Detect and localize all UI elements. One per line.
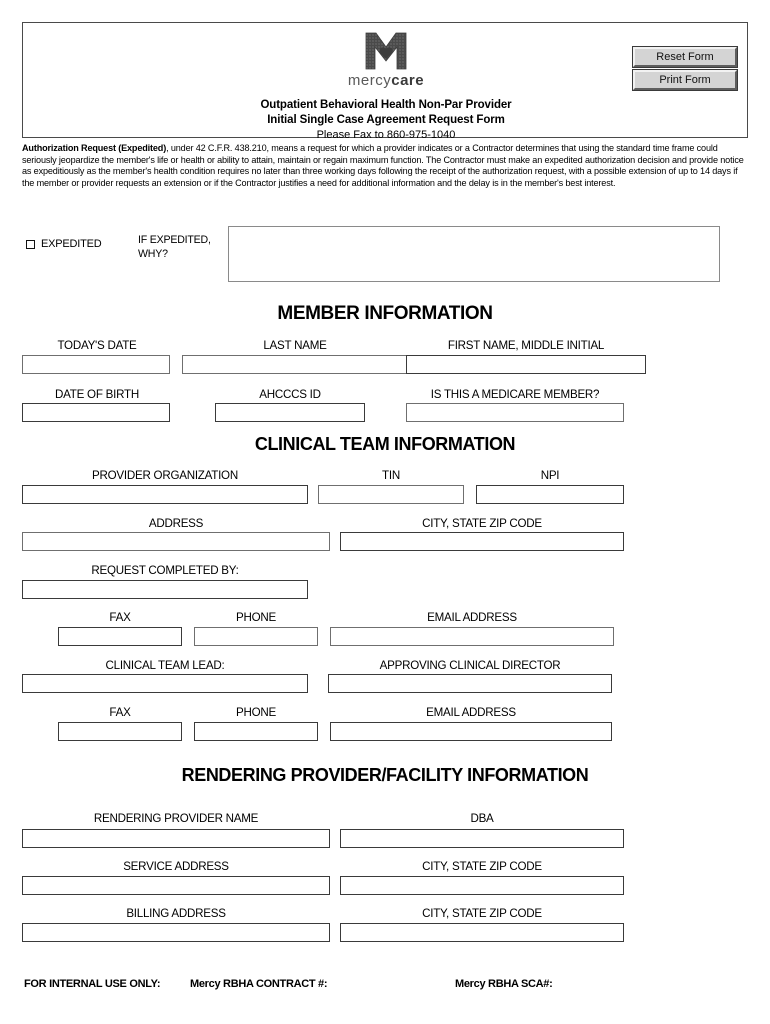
input-fax-1[interactable] xyxy=(58,627,182,646)
section-heading-member-information: MEMBER INFORMATION xyxy=(277,303,493,324)
input-tin[interactable] xyxy=(318,485,464,504)
expedited-checkbox[interactable] xyxy=(26,239,35,249)
input-rendering-provider-name[interactable] xyxy=(22,829,330,848)
label-tin: TIN xyxy=(382,469,400,482)
input-service-address[interactable] xyxy=(22,876,330,895)
label-city-state-zip-code-billing: CITY, STATE ZIP CODE xyxy=(422,907,542,920)
label-city-state-zip-code-clinical: CITY, STATE ZIP CODE xyxy=(422,517,542,530)
fax-instruction: Please Fax to 860-975-1040 xyxy=(316,129,456,141)
input-request-completed-by[interactable] xyxy=(22,580,308,599)
input-todays-date[interactable] xyxy=(22,355,170,374)
form-title-line-2: Initial Single Case Agreement Request Fo… xyxy=(267,114,505,126)
label-request-completed-by: REQUEST COMPLETED BY: xyxy=(91,564,239,577)
label-provider-organization: PROVIDER ORGANIZATION xyxy=(92,469,238,482)
label-city-state-zip-code-service: CITY, STATE ZIP CODE xyxy=(422,860,542,873)
footer-internal-use-label: FOR INTERNAL USE ONLY: xyxy=(24,978,161,990)
label-last-name: LAST NAME xyxy=(263,339,327,352)
reset-form-button[interactable]: Reset Form xyxy=(632,46,738,68)
input-clinical-team-lead[interactable] xyxy=(22,674,308,693)
input-approving-clinical-director[interactable] xyxy=(328,674,612,693)
label-service-address: SERVICE ADDRESS xyxy=(123,860,229,873)
section-heading-rendering-provider-facility-information: RENDERING PROVIDER/FACILITY INFORMATION xyxy=(181,765,589,785)
input-address[interactable] xyxy=(22,532,330,551)
expedited-checkbox-row[interactable]: EXPEDITED xyxy=(26,238,102,250)
input-provider-organization[interactable] xyxy=(22,485,308,504)
label-is-this-a-medicare-member: IS THIS A MEDICARE MEMBER? xyxy=(430,388,600,401)
if-expedited-why-input[interactable] xyxy=(228,226,720,282)
logo-word-mercy: mercy xyxy=(347,72,392,89)
label-first-name-middle-initial: FIRST NAME, MIDDLE INITIAL xyxy=(447,339,605,352)
input-city-state-zip-code-billing[interactable] xyxy=(340,923,624,942)
input-npi[interactable] xyxy=(476,485,624,504)
section-heading-clinical-team-information: CLINICAL TEAM INFORMATION xyxy=(254,434,516,454)
label-phone-1: PHONE xyxy=(236,611,276,624)
form-page: mercycare Outpatient Behavioral Health N… xyxy=(0,0,770,1024)
disclaimer-lead-in: Authorization Request (Expedited) xyxy=(22,143,167,153)
expedited-checkbox-label: EXPEDITED xyxy=(41,238,102,250)
input-last-name[interactable] xyxy=(182,355,408,374)
label-fax-2: FAX xyxy=(109,706,131,719)
authorization-request-disclaimer: Authorization Request (Expedited), under… xyxy=(22,143,746,189)
input-fax-2[interactable] xyxy=(58,722,182,741)
label-clinical-team-lead: CLINICAL TEAM LEAD: xyxy=(105,659,225,672)
input-billing-address[interactable] xyxy=(22,923,330,942)
input-email-address-1[interactable] xyxy=(330,627,614,646)
input-city-state-zip-code-clinical[interactable] xyxy=(340,532,624,551)
label-ahcccs-id: AHCCCS ID xyxy=(259,388,321,401)
input-date-of-birth[interactable] xyxy=(22,403,170,422)
input-first-name-middle-initial[interactable] xyxy=(406,355,646,374)
label-billing-address: BILLING ADDRESS xyxy=(126,907,226,920)
input-phone-2[interactable] xyxy=(194,722,318,741)
label-address: ADDRESS xyxy=(148,517,204,530)
label-date-of-birth: DATE OF BIRTH xyxy=(55,388,139,401)
input-is-this-a-medicare-member[interactable] xyxy=(406,403,624,422)
input-dba[interactable] xyxy=(340,829,624,848)
if-expedited-why-label: IF EXPEDITED, WHY? xyxy=(138,234,211,260)
label-rendering-provider-name: RENDERING PROVIDER NAME xyxy=(93,812,259,825)
label-dba: DBA xyxy=(470,812,494,825)
footer-rbha-sca-label: Mercy RBHA SCA#: xyxy=(455,978,553,990)
label-npi: NPI xyxy=(540,469,560,482)
label-todays-date: TODAY'S DATE xyxy=(57,339,137,352)
print-form-button[interactable]: Print Form xyxy=(632,69,738,91)
label-email-address-1: EMAIL ADDRESS xyxy=(427,611,517,624)
header-panel: mercycare Outpatient Behavioral Health N… xyxy=(22,22,748,141)
label-phone-2: PHONE xyxy=(236,706,276,719)
footer-rbha-contract-label: Mercy RBHA CONTRACT #: xyxy=(190,978,328,990)
input-email-address-2[interactable] xyxy=(330,722,612,741)
label-email-address-2: EMAIL ADDRESS xyxy=(426,706,516,719)
logo-word-care: care xyxy=(391,72,425,89)
input-ahcccs-id[interactable] xyxy=(215,403,365,422)
label-fax-1: FAX xyxy=(109,611,131,624)
form-title-line-1: Outpatient Behavioral Health Non-Par Pro… xyxy=(260,99,512,111)
mercy-care-m-heart-logo-icon xyxy=(365,32,407,70)
label-approving-clinical-director: APPROVING CLINICAL DIRECTOR xyxy=(379,659,561,672)
input-phone-1[interactable] xyxy=(194,627,318,646)
input-city-state-zip-code-service[interactable] xyxy=(340,876,624,895)
